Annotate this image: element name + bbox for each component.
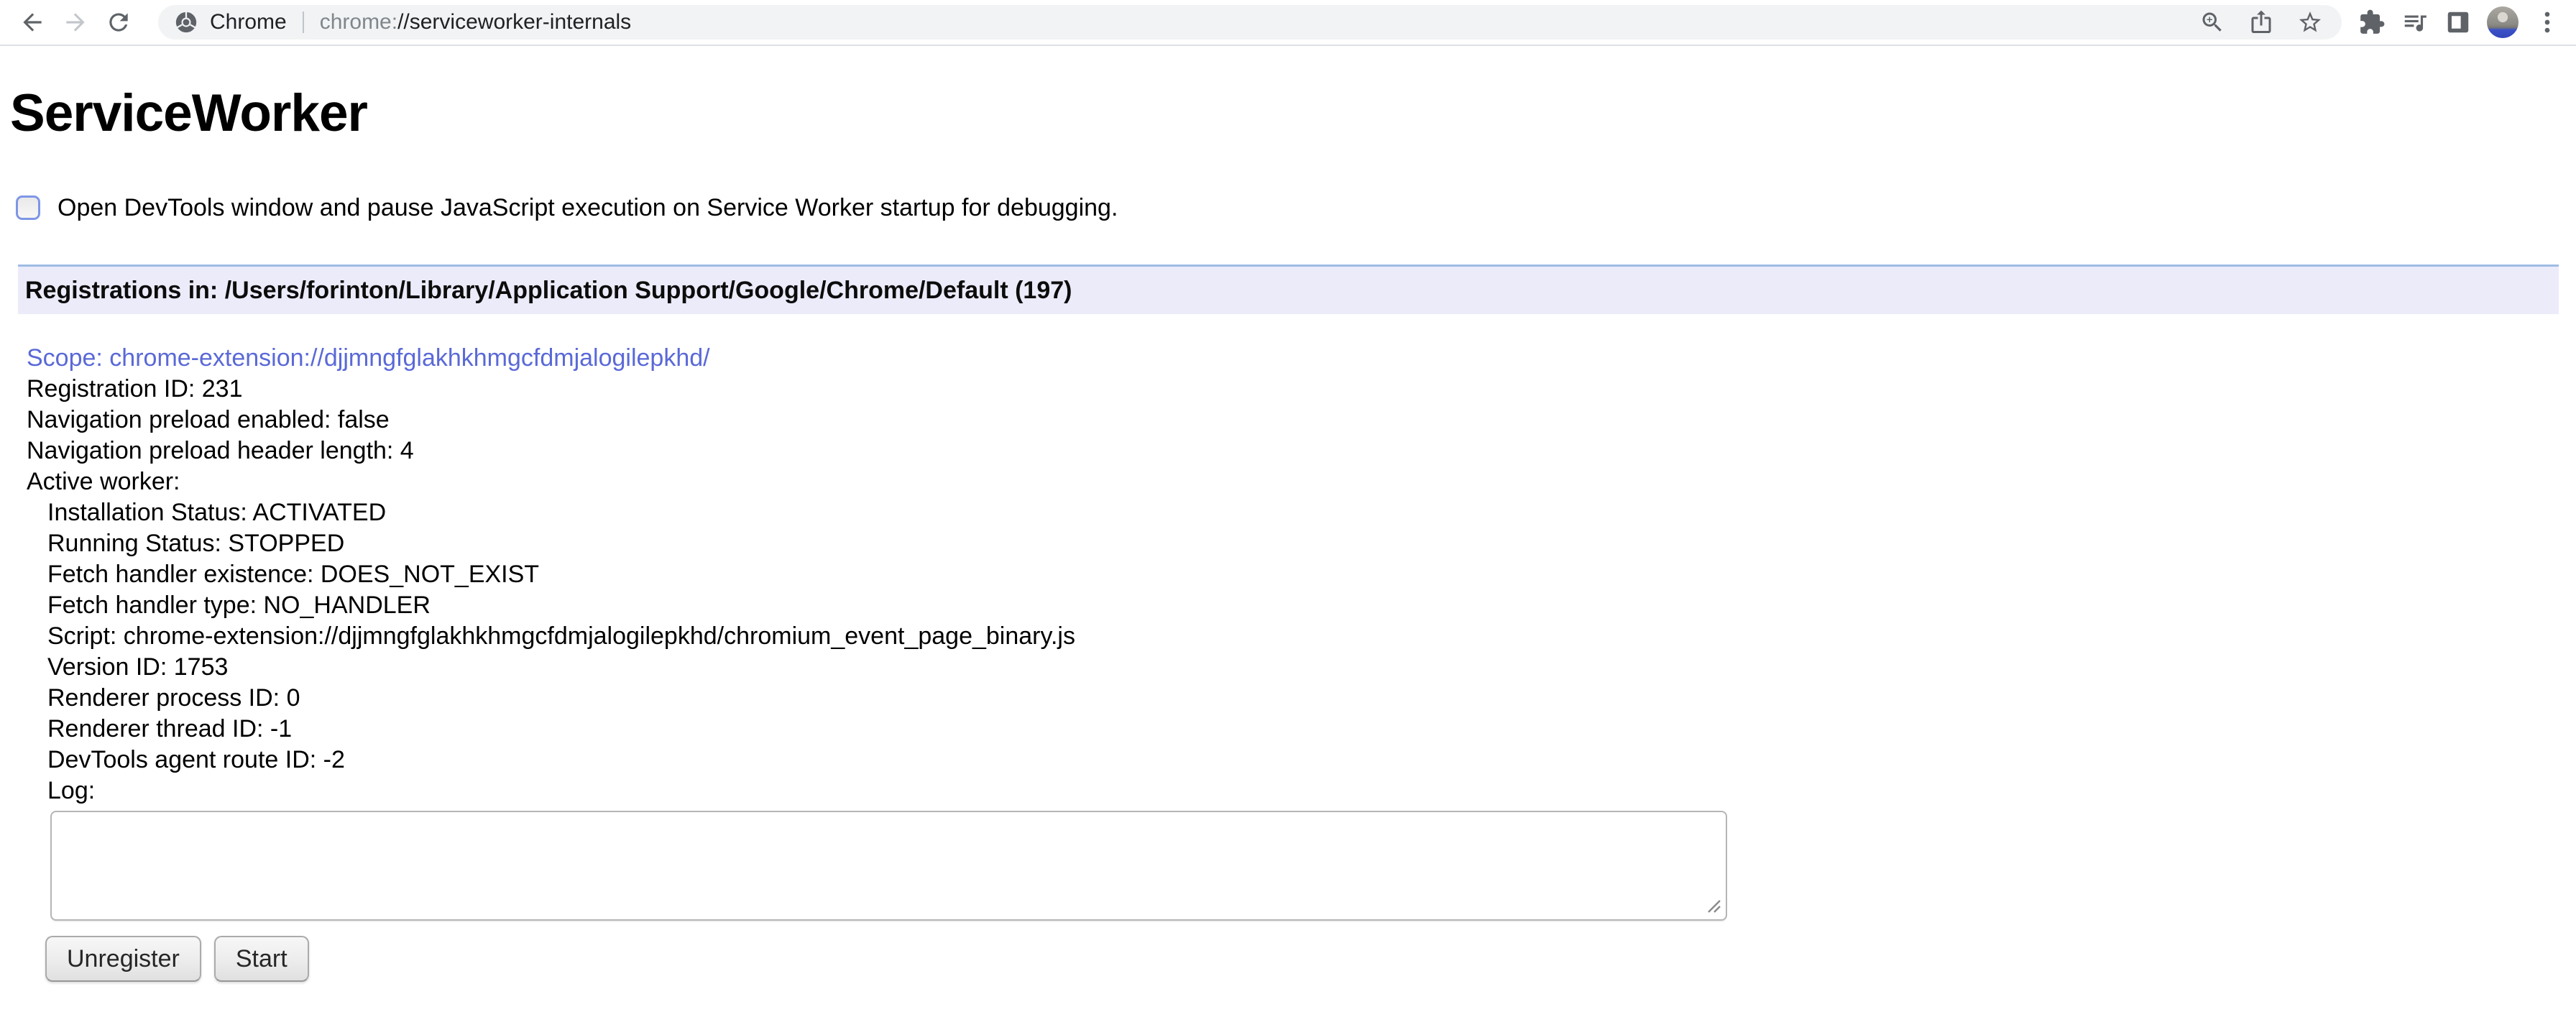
back-icon <box>23 13 42 32</box>
registrations-header: Registrations in: /Users/forinton/Librar… <box>18 264 2559 314</box>
resize-handle-icon[interactable] <box>1706 898 1723 915</box>
media-controls-button[interactable] <box>2401 8 2429 37</box>
kebab-menu-icon <box>2544 12 2550 33</box>
url-host: //serviceworker-internals <box>397 10 632 34</box>
forward-button[interactable] <box>56 3 95 42</box>
back-button[interactable] <box>13 3 52 42</box>
reload-button[interactable] <box>99 3 138 42</box>
registration-actions: Unregister Start <box>45 936 2566 982</box>
scope-link[interactable]: Scope: chrome-extension://djjmngfglakhkh… <box>27 344 710 372</box>
url-scheme: chrome: <box>319 10 398 34</box>
share-icon[interactable] <box>2248 9 2274 35</box>
forward-icon <box>66 13 85 32</box>
log-label: Log: <box>47 777 96 804</box>
registration-field: Registration ID: 231 <box>27 375 243 402</box>
reload-icon <box>109 13 128 32</box>
worker-field: Running Status: STOPPED <box>47 530 345 557</box>
scope-row: Scope: chrome-extension://djjmngfglakhkh… <box>27 343 2566 374</box>
worker-field: Fetch handler existence: DOES_NOT_EXIST <box>47 561 540 588</box>
avatar[interactable] <box>2487 6 2518 38</box>
worker-field: Installation Status: ACTIVATED <box>47 499 387 526</box>
registration-field: Navigation preload header length: 4 <box>27 437 414 464</box>
worker-field: Renderer process ID: 0 <box>47 684 300 712</box>
devtools-checkbox-label: Open DevTools window and pause JavaScrip… <box>58 193 1118 221</box>
active-worker-details: Installation Status: ACTIVATED Running S… <box>47 497 2566 921</box>
bookmark-star-icon[interactable] <box>2297 9 2323 35</box>
worker-field: Renderer thread ID: -1 <box>47 715 293 742</box>
url-text[interactable]: chrome://serviceworker-internals <box>320 10 631 34</box>
site-label: Chrome <box>210 10 287 34</box>
registration-entry: Scope: chrome-extension://djjmngfglakhkh… <box>27 343 2566 982</box>
page-title: ServiceWorker <box>10 84 368 142</box>
zoom-in-icon[interactable] <box>2199 9 2225 35</box>
worker-field: Version ID: 1753 <box>47 653 229 681</box>
serviceworker-internals-page: ServiceWorker Open DevTools window and p… <box>0 83 2576 982</box>
side-panel-icon <box>2447 12 2469 33</box>
worker-field: DevTools agent route ID: -2 <box>47 746 345 773</box>
omnibox-divider <box>302 12 304 33</box>
browser-toolbar: Chrome chrome://serviceworker-internals <box>0 0 2576 46</box>
extensions-puzzle-icon <box>2360 9 2385 34</box>
toolbar-right <box>2342 6 2576 38</box>
start-button[interactable]: Start <box>213 936 309 982</box>
devtools-option-row: Open DevTools window and pause JavaScrip… <box>16 191 2566 224</box>
menu-button[interactable] <box>2533 8 2562 37</box>
log-container <box>50 811 1727 921</box>
unregister-button[interactable]: Unregister <box>45 936 201 982</box>
log-textarea[interactable] <box>50 811 1727 921</box>
worker-field: Fetch handler type: NO_HANDLER <box>47 592 431 619</box>
devtools-checkbox[interactable] <box>16 196 40 220</box>
chrome-logo-icon <box>175 12 197 33</box>
omnibox-actions <box>2199 9 2323 35</box>
side-panel-button[interactable] <box>2444 8 2472 37</box>
extensions-button[interactable] <box>2358 8 2386 37</box>
worker-field: Script: chrome-extension://djjmngfglakhk… <box>47 622 1075 650</box>
omnibox[interactable]: Chrome chrome://serviceworker-internals <box>158 5 2342 40</box>
registration-field: Active worker: <box>27 468 180 495</box>
media-controls-icon <box>2404 15 2426 32</box>
registration-field: Navigation preload enabled: false <box>27 406 390 433</box>
